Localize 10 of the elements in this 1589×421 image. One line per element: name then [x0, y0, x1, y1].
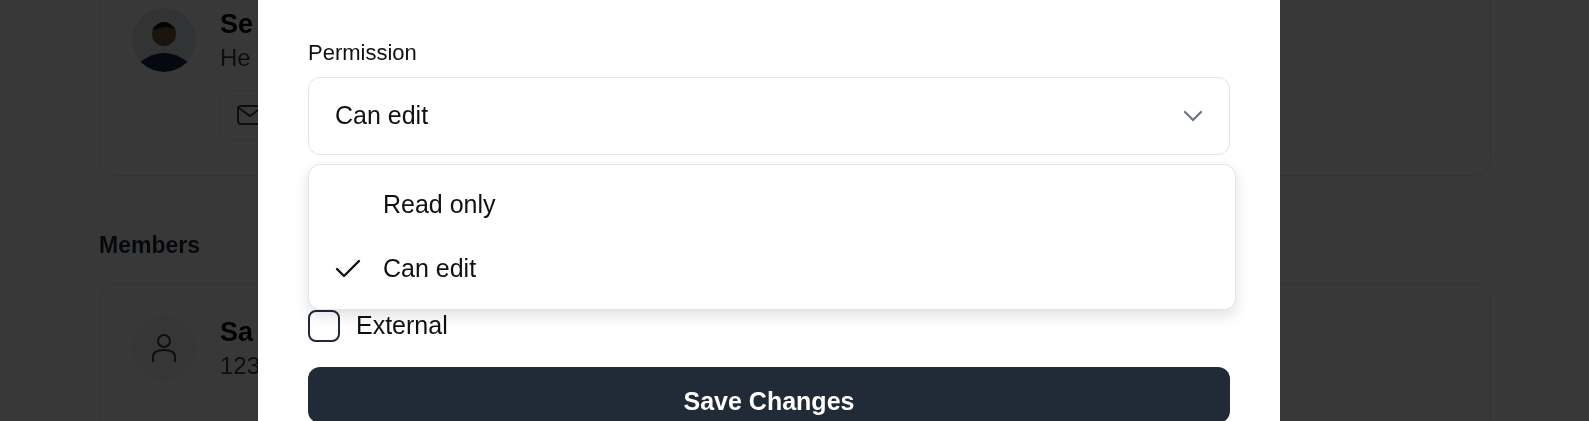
permission-select[interactable]: Can edit	[308, 77, 1230, 155]
field-label: Permission	[308, 39, 418, 67]
dropdown-option[interactable]: Read only	[309, 173, 1235, 237]
member-name: Sa	[220, 315, 255, 348]
dropdown-option[interactable]: Can edit	[309, 237, 1235, 301]
profile-name: Se	[220, 8, 255, 41]
checkbox-label: External	[356, 310, 448, 341]
checkbox[interactable]	[308, 309, 340, 342]
save-button[interactable]: Save Changes	[308, 366, 1230, 421]
chevron-down-icon	[1183, 110, 1203, 122]
